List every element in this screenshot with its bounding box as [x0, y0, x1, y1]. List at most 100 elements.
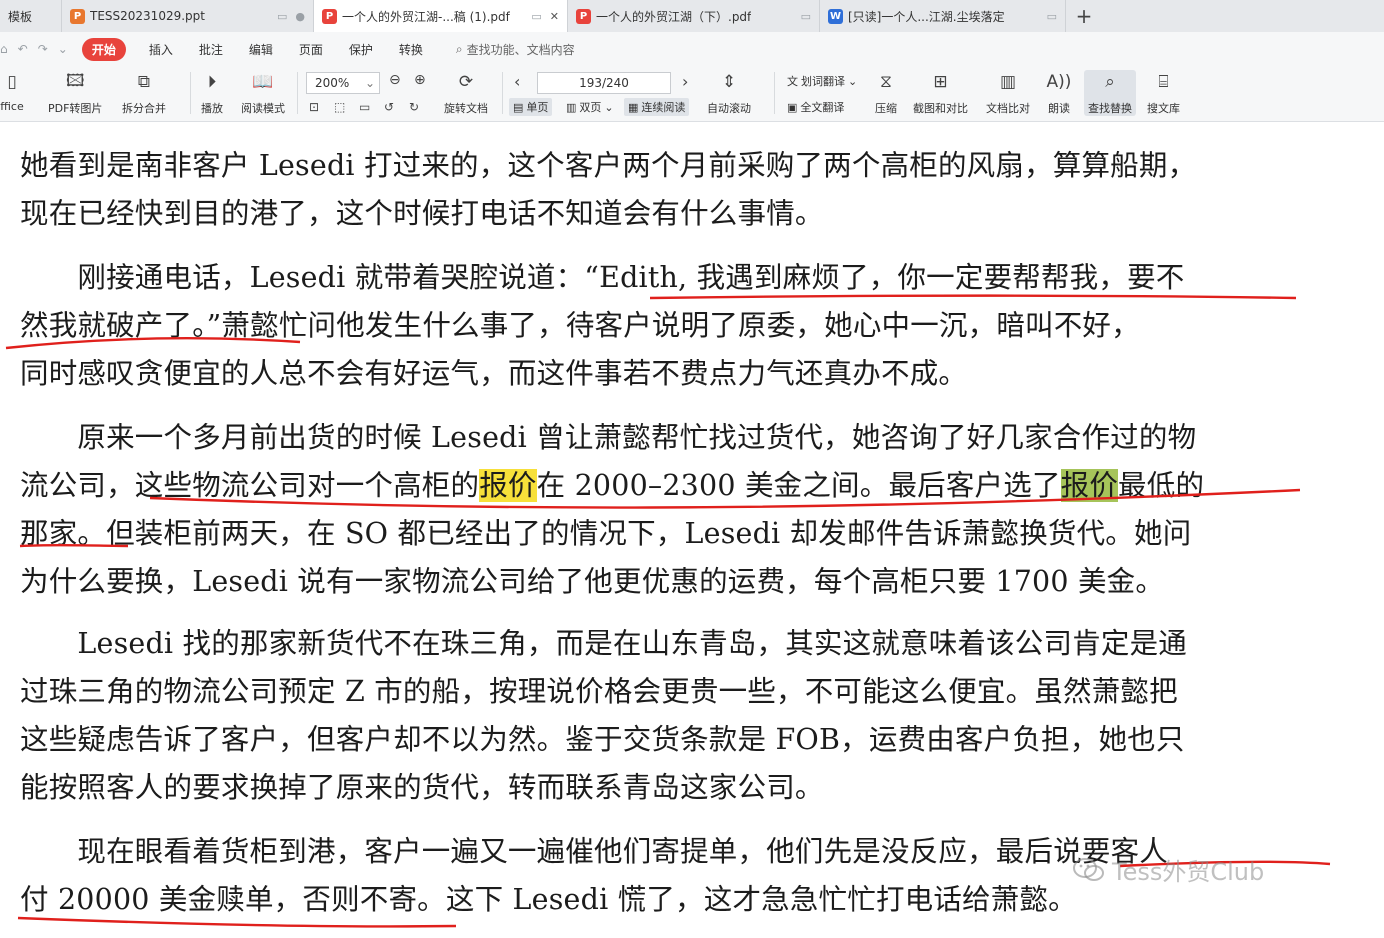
split-merge-button[interactable]: ⧉ 拆分合并: [122, 70, 166, 116]
highlight-yellow[interactable]: 报价: [479, 469, 537, 502]
pdf-file-icon: P: [322, 8, 337, 24]
chevron-down-icon: ⌄: [604, 100, 614, 114]
word-file-icon: W: [828, 8, 843, 24]
text-line: 那家。但装柜前两天，在 SO 都已经出了的情况下，Lesedi 却发邮件告诉萧懿…: [20, 517, 1192, 550]
page-number-input[interactable]: 193/240: [537, 72, 671, 94]
highlight-green[interactable]: 报价: [1060, 469, 1119, 502]
tab-templates[interactable]: 模板: [0, 0, 62, 32]
rotate-doc-button[interactable]: ⟳ 旋转文档: [444, 70, 488, 116]
read-mode-button[interactable]: 📖 阅读模式: [241, 70, 285, 116]
fit-page-icon[interactable]: ⊡: [309, 100, 319, 114]
zoom-value: 200%: [315, 76, 350, 90]
find-replace-button[interactable]: ⌕ 查找替换: [1084, 70, 1136, 116]
continuous-read-button[interactable]: ▦ 连续阅读: [624, 98, 690, 116]
tab-doc-readonly[interactable]: W [只读]一个人...江湖.尘埃落定 ▭: [820, 0, 1066, 32]
tool-label: 文档比对: [986, 102, 1030, 115]
single-page-button[interactable]: ▤ 单页: [509, 98, 553, 116]
tab-window-icon[interactable]: ▭: [801, 10, 811, 23]
menu-comment[interactable]: 批注: [199, 41, 223, 58]
menu-insert[interactable]: 插入: [149, 41, 173, 58]
tab-window-icon[interactable]: ▭: [277, 10, 287, 23]
full-translate-label: 全文翻译: [800, 101, 845, 114]
play-icon: ⏵: [207, 72, 217, 92]
zoom-select[interactable]: 200% ⌄: [306, 72, 380, 94]
chevron-down-icon: ⌄: [364, 76, 375, 90]
tab-bar: 模板 P TESS20231029.ppt ▭ ● P 一个人的外贸江湖-...稿…: [0, 0, 1384, 32]
doc-compare-button[interactable]: ▥ 文档比对: [986, 70, 1030, 116]
speaker-icon: A)): [1046, 72, 1072, 92]
zoom-in-icon[interactable]: ⊕: [414, 72, 426, 88]
read-aloud-button[interactable]: A)) 朗读: [1046, 70, 1072, 116]
search-library-button[interactable]: ⌸ 搜文库: [1147, 70, 1180, 116]
search-placeholder: 查找功能、文档内容: [466, 42, 575, 57]
tool-label: 朗读: [1048, 102, 1070, 115]
fit-width-icon[interactable]: ⬚: [334, 100, 345, 114]
office-button[interactable]: ▯ ffice: [0, 70, 24, 113]
tab-label: 一个人的外贸江湖-...稿 (1).pdf: [342, 9, 510, 24]
tool-label: 截图和对比: [913, 102, 968, 115]
menu-convert[interactable]: 转换: [399, 41, 423, 58]
ppt-file-icon: P: [70, 8, 85, 24]
play-button[interactable]: ⏵ 播放: [200, 70, 224, 116]
tab-window-icon[interactable]: ▭: [1047, 10, 1057, 23]
word-translate-label: 划词翻译: [801, 75, 845, 88]
chevron-down-icon[interactable]: ⌄: [58, 42, 68, 56]
tool-label: 播放: [201, 102, 223, 115]
menu-bar: ⌂ ↶ ↷ ⌄ 开始 插入 批注 编辑 页面 保护 转换 ⌕ 查找功能、文档内容: [0, 32, 1384, 66]
auto-scroll-button[interactable]: ⇕ 自动滚动: [707, 70, 751, 116]
wechat-icon: [1073, 857, 1104, 881]
text-line: 这些疑虑告诉了客户，但客户却不以为然。鉴于交货条款是 FOB，运费由客户负担，她…: [20, 723, 1185, 756]
menu-protect[interactable]: 保护: [349, 41, 373, 58]
text-line: 能按照客人的要求换掉了原来的货代，转而联系青岛这家公司。: [20, 771, 824, 804]
compare-icon: ▥: [999, 72, 1017, 92]
compress-button[interactable]: ⧖ 压缩: [874, 70, 898, 116]
chevron-down-icon: ⌄: [848, 74, 858, 88]
redo-icon[interactable]: ↷: [38, 42, 48, 56]
zoom-out-icon[interactable]: ⊖: [389, 72, 401, 88]
screenshot-compare-button[interactable]: ⊞ 截图和对比: [913, 70, 968, 116]
tab-pdf-active[interactable]: P 一个人的外贸江湖-...稿 (1).pdf ▭ ✕: [314, 0, 568, 32]
text-line: 为什么要换，Lesedi 说有一家物流公司给了他更优惠的运费，每个高柜只要 17…: [20, 565, 1165, 598]
document-page[interactable]: 她看到是南非客户 Lesedi 打过来的，这个客户两个月前采购了两个高柜的风扇，…: [0, 122, 1384, 938]
menu-edit[interactable]: 编辑: [249, 41, 273, 58]
close-icon[interactable]: ✕: [550, 10, 559, 23]
split-merge-icon: ⧉: [137, 72, 151, 92]
pdf-to-image-button[interactable]: 🖾 PDF转图片: [48, 70, 102, 116]
next-page-icon[interactable]: ›: [682, 72, 688, 91]
prev-page-icon[interactable]: ‹: [514, 72, 520, 91]
double-page-button[interactable]: ▥ 双页 ⌄: [562, 98, 618, 116]
text-segment: 流公司，这些物流公司对一个高柜的: [20, 469, 480, 502]
tool-label: 搜文库: [1147, 102, 1180, 115]
auto-scroll-icon: ⇕: [721, 72, 737, 92]
tab-ppt[interactable]: P TESS20231029.ppt ▭ ●: [62, 0, 314, 32]
search-icon: ⌕: [455, 41, 463, 56]
tool-label: 自动滚动: [707, 102, 751, 115]
text-line: Lesedi 找的那家新货代不在珠三角，而是在山东青岛，其实这就意味着该公司肯定…: [20, 627, 1188, 660]
quick-access: ⌂ ↶ ↷ ⌄: [0, 42, 68, 56]
rotate-doc-icon: ⟳: [458, 72, 474, 92]
full-translate-button[interactable]: ▣ 全文翻译: [783, 98, 848, 116]
office-icon: ▯: [7, 72, 17, 92]
rotate-left-icon[interactable]: ↺: [384, 100, 394, 114]
actual-size-icon[interactable]: ▭: [359, 100, 370, 114]
save-icon[interactable]: ⌂: [0, 42, 8, 56]
tab-label: TESS20231029.ppt: [90, 9, 205, 23]
tab-pdf-2[interactable]: P 一个人的外贸江湖（下）.pdf ▭: [568, 0, 820, 32]
word-translate-button[interactable]: 文划词翻译 ⌄: [783, 72, 861, 90]
rotate-right-icon[interactable]: ↻: [409, 100, 419, 114]
tab-label: 模板: [8, 9, 33, 24]
single-page-label: 单页: [526, 101, 549, 114]
undo-icon[interactable]: ↶: [18, 42, 28, 56]
feature-search[interactable]: ⌕ 查找功能、文档内容: [456, 41, 575, 58]
text-line: 刚接通电话，Lesedi 就带着哭腔说道：“Edith, 我遇到麻烦了，你一定要…: [20, 261, 1185, 294]
double-page-icon: ▥: [566, 100, 577, 114]
text-line: 过珠三角的物流公司预定 Z 市的船，按理说价格会更贵一些，不可能这么便宜。虽然萧…: [20, 675, 1178, 708]
new-tab-button[interactable]: +: [1066, 0, 1102, 32]
single-page-icon: ▤: [513, 100, 524, 114]
menu-start[interactable]: 开始: [81, 37, 126, 61]
menu-page[interactable]: 页面: [299, 41, 323, 58]
tab-dot-icon[interactable]: ●: [295, 10, 305, 23]
pdf-file-icon: P: [576, 8, 591, 24]
tab-window-icon[interactable]: ▭: [531, 10, 541, 23]
text-segment: 最低的: [1118, 469, 1205, 502]
